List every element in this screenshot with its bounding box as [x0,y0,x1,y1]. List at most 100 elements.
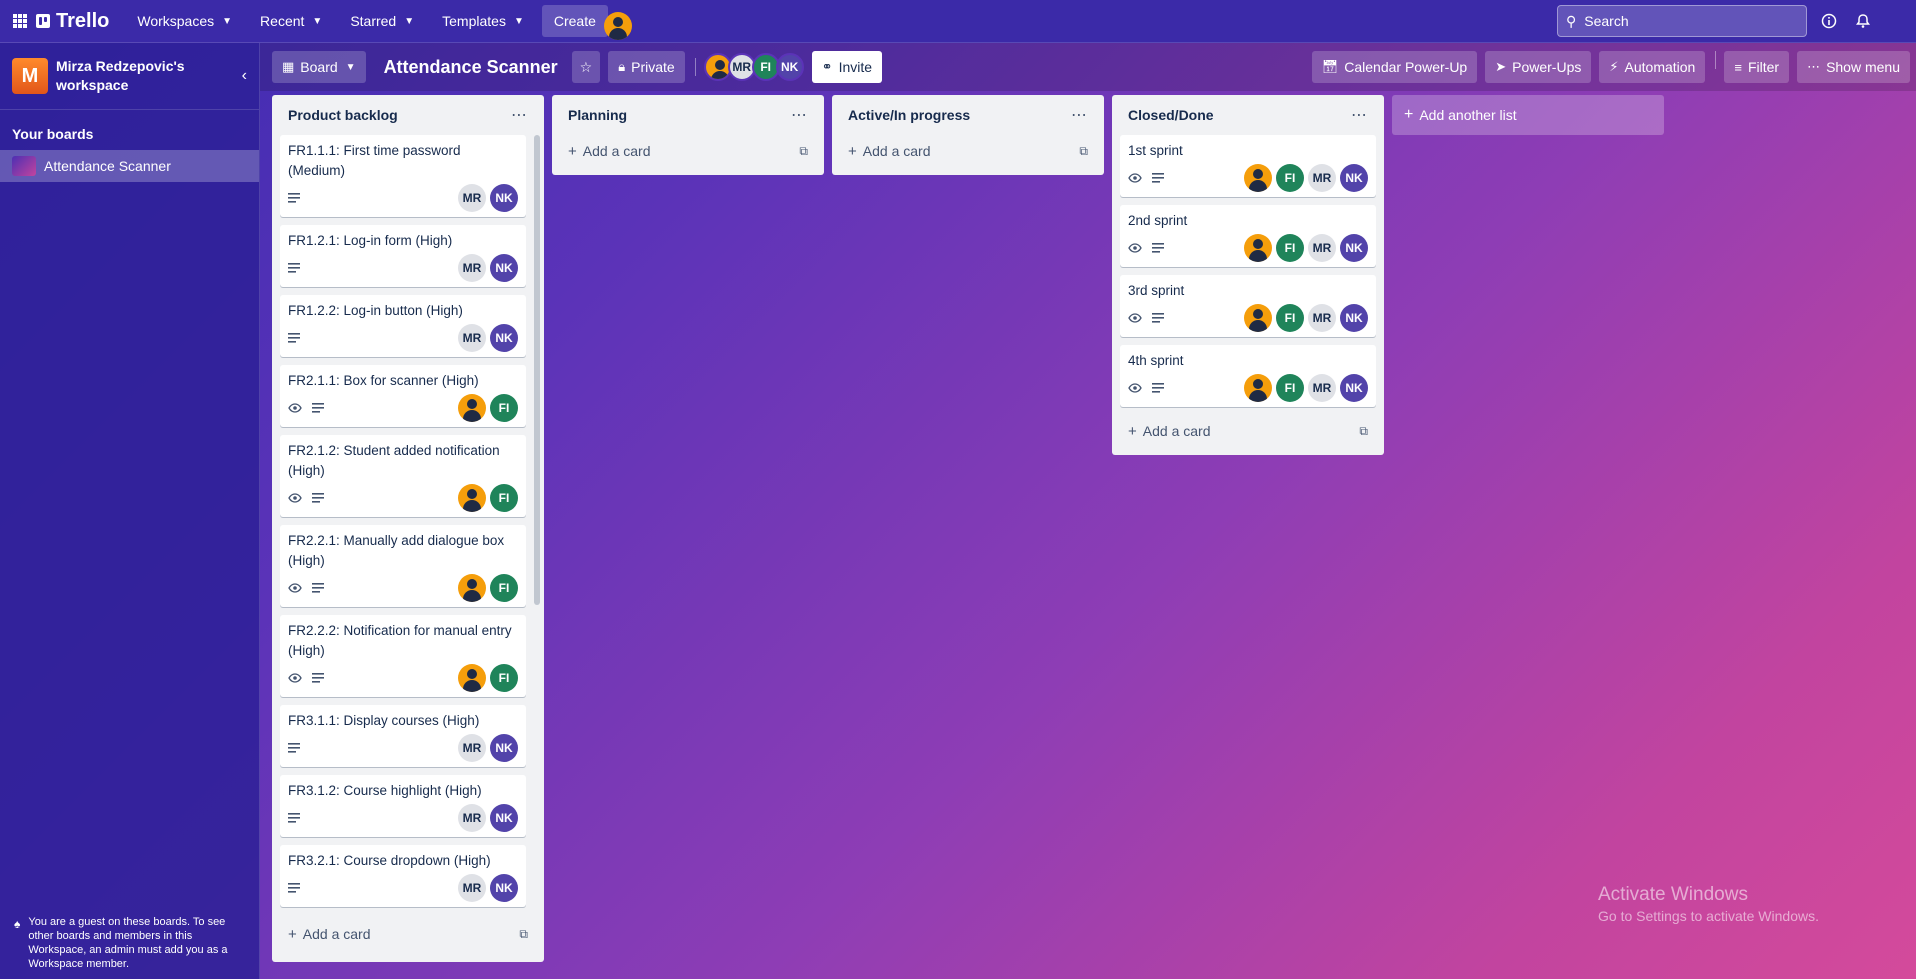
card[interactable]: FR2.2.2: Notification for manual entry (… [280,615,526,697]
card[interactable]: 4th sprint FI MR NK [1120,345,1376,407]
card-template-icon[interactable]: ⧉ [1359,424,1368,439]
card[interactable]: FR2.1.2: Student added notification (Hig… [280,435,526,517]
member-avatar-mr[interactable]: MR [458,184,486,212]
card[interactable]: FR1.2.2: Log-in button (High) MR NK [280,295,526,357]
add-card-button[interactable]: + Add a card ⧉ [560,135,816,167]
add-card-button[interactable]: + Add a card ⧉ [280,918,536,950]
board-view-switcher[interactable]: ▦ Board ▼ [272,51,366,83]
member-avatar-fi[interactable]: FI [490,574,518,602]
member-avatar-photo[interactable] [1244,304,1272,332]
list-title[interactable]: Active/In progress [848,107,970,123]
list-scrollbar[interactable] [534,135,540,918]
member-avatar-nk[interactable]: NK [775,53,804,81]
member-avatar-nk[interactable]: NK [490,254,518,282]
member-avatar-nk[interactable]: NK [1340,374,1368,402]
card-template-icon[interactable]: ⧉ [799,144,808,159]
calendar-power-up-button[interactable]: 📅︎ Calendar Power-Up [1311,51,1478,83]
star-board-button[interactable]: ☆ [571,51,601,83]
info-icon[interactable] [1818,10,1840,32]
member-avatar-nk[interactable]: NK [1340,164,1368,192]
invite-button[interactable]: ⚭ Invite [811,51,883,83]
member-avatar-fi[interactable]: FI [1276,234,1304,262]
sidebar-item-attendance-scanner[interactable]: Attendance Scanner [0,150,259,182]
list-header[interactable]: Active/In progress ⋯ [840,95,1096,135]
member-avatar-photo[interactable] [1244,164,1272,192]
card[interactable]: FR1.1.1: First time password (Medium) MR N… [280,135,526,217]
scrollbar-thumb[interactable] [534,135,540,605]
member-avatar-mr[interactable]: MR [1308,234,1336,262]
member-avatar-fi[interactable]: FI [490,664,518,692]
member-avatar-photo[interactable] [458,574,486,602]
member-avatar-nk[interactable]: NK [490,324,518,352]
card[interactable]: FR3.1.2: Course highlight (High) MR NK [280,775,526,837]
member-avatar-mr[interactable]: MR [458,804,486,832]
card[interactable]: FR2.2.1: Manually add dialogue box (High… [280,525,526,607]
member-avatar-mr[interactable]: MR [1308,164,1336,192]
member-avatar-mr[interactable]: MR [458,324,486,352]
member-avatar-photo[interactable] [1244,374,1272,402]
member-avatar-nk[interactable]: NK [490,734,518,762]
add-another-list-button[interactable]: + Add another list [1392,95,1664,135]
list-header[interactable]: Product backlog ⋯ [280,95,536,135]
visibility-button[interactable]: 🔒︎ Private [608,51,685,83]
member-avatar-mr[interactable]: MR [1308,304,1336,332]
member-avatar-photo[interactable] [458,394,486,422]
board-title[interactable]: Attendance Scanner [384,57,558,78]
card-template-icon[interactable]: ⧉ [1079,144,1088,159]
card[interactable]: FR3.2.1: Course dropdown (High) MR NK [280,845,526,907]
member-avatar-fi[interactable]: FI [1276,374,1304,402]
filter-button[interactable]: ≡ Filter [1724,51,1790,83]
workspace-logo[interactable]: M [12,58,48,94]
card[interactable]: FR1.2.1: Log-in form (High) MR NK [280,225,526,287]
list-menu-icon[interactable]: ⋯ [791,105,808,125]
notifications-bell-icon[interactable] [1852,10,1874,32]
nav-templates-dropdown[interactable]: Templates ▼ [432,7,534,35]
trello-logo[interactable]: Trello [36,10,109,33]
search-input[interactable]: ⚲ Search [1557,5,1807,37]
member-avatar-nk[interactable]: NK [1340,234,1368,262]
member-avatar-fi[interactable]: FI [1276,164,1304,192]
add-card-button[interactable]: + Add a card ⧉ [1120,415,1376,447]
list-menu-icon[interactable]: ⋯ [1071,105,1088,125]
card[interactable]: FR3.1.1: Display courses (High) MR NK [280,705,526,767]
card-members: FI MR NK [1240,374,1368,402]
card[interactable]: 3rd sprint FI MR NK [1120,275,1376,337]
list-header[interactable]: Closed/Done ⋯ [1120,95,1376,135]
list-menu-icon[interactable]: ⋯ [511,105,528,125]
list-title[interactable]: Product backlog [288,107,398,123]
member-avatar-nk[interactable]: NK [1340,304,1368,332]
user-avatar[interactable] [603,12,632,40]
member-avatar-mr[interactable]: MR [458,254,486,282]
card[interactable]: FR2.1.1: Box for scanner (High) FI [280,365,526,427]
member-avatar-photo[interactable] [458,664,486,692]
list-header[interactable]: Planning ⋯ [560,95,816,135]
member-avatar-fi[interactable]: FI [490,484,518,512]
add-card-button[interactable]: + Add a card ⧉ [840,135,1096,167]
workspace-name[interactable]: Mirza Redzepovic's workspace [56,57,216,95]
card-template-icon[interactable]: ⧉ [519,927,528,942]
member-avatar-nk[interactable]: NK [490,184,518,212]
nav-recent-dropdown[interactable]: Recent ▼ [250,7,332,35]
nav-starred-dropdown[interactable]: Starred ▼ [340,7,424,35]
collapse-sidebar-icon[interactable]: ‹ [242,67,247,85]
member-avatar-photo[interactable] [458,484,486,512]
member-avatar-nk[interactable]: NK [490,804,518,832]
member-avatar-fi[interactable]: FI [490,394,518,422]
list-menu-icon[interactable]: ⋯ [1351,105,1368,125]
member-avatar-nk[interactable]: NK [490,874,518,902]
list-title[interactable]: Closed/Done [1128,107,1214,123]
show-menu-button[interactable]: ⋯ Show menu [1797,51,1910,83]
member-avatar-mr[interactable]: MR [458,734,486,762]
card[interactable]: 2nd sprint FI MR NK [1120,205,1376,267]
app-switcher-icon[interactable] [8,9,32,33]
nav-workspaces-dropdown[interactable]: Workspaces ▼ [127,7,242,35]
member-avatar-mr[interactable]: MR [458,874,486,902]
power-ups-button[interactable]: ➤ Power-Ups [1485,51,1592,83]
card[interactable]: 1st sprint FI MR NK [1120,135,1376,197]
member-avatar-photo[interactable] [1244,234,1272,262]
create-button[interactable]: Create [541,5,608,37]
list-title[interactable]: Planning [568,107,627,123]
automation-button[interactable]: ⚡︎ Automation [1599,51,1706,83]
member-avatar-fi[interactable]: FI [1276,304,1304,332]
member-avatar-mr[interactable]: MR [1308,374,1336,402]
